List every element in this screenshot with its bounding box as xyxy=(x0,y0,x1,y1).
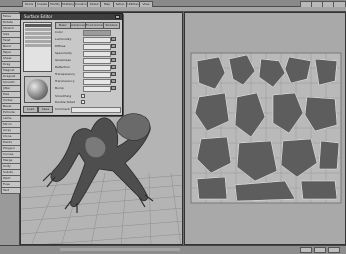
comment-label: Comment xyxy=(55,107,70,111)
tab-advanced[interactable]: Advanced xyxy=(70,22,86,29)
envelope-button[interactable] xyxy=(111,72,116,76)
creature-model[interactable] xyxy=(42,113,154,213)
translucency-field[interactable] xyxy=(83,79,111,85)
diffuse-field[interactable] xyxy=(83,44,111,50)
floor-grid xyxy=(21,172,182,244)
specularity-field[interactable] xyxy=(83,51,111,57)
close-icon[interactable] xyxy=(115,15,120,19)
translucency-label: Translucency xyxy=(55,79,75,83)
transparency-label: Transparency xyxy=(55,72,76,76)
status-text-area xyxy=(60,248,180,251)
double-sided-label: Double Sided xyxy=(55,100,75,104)
list-item[interactable] xyxy=(25,40,51,43)
color-label: Color xyxy=(55,30,63,34)
tool-palette: Move Rotate Stretch Size Twist Bend Tape… xyxy=(0,12,21,245)
tab-environment[interactable]: Environment xyxy=(85,22,104,29)
tab-shaders[interactable]: Shaders xyxy=(103,22,120,29)
bump-field[interactable] xyxy=(83,86,111,92)
list-item[interactable] xyxy=(25,28,51,31)
specularity-label: Specularity xyxy=(55,51,72,55)
load-button[interactable]: Load xyxy=(23,106,38,113)
surface-list[interactable] xyxy=(23,22,52,72)
smoothing-checkbox[interactable] xyxy=(81,94,85,98)
tool-button[interactable]: Text xyxy=(1,187,21,194)
preview-box xyxy=(24,76,51,103)
status-button[interactable] xyxy=(300,247,312,253)
uv-texture-viewport[interactable] xyxy=(184,12,346,245)
diffuse-label: Diffuse xyxy=(55,44,66,48)
list-item[interactable] xyxy=(25,36,51,39)
list-item[interactable] xyxy=(25,24,51,27)
envelope-button[interactable] xyxy=(111,37,116,41)
uv-map xyxy=(185,13,345,244)
menu-bar: Items Create Modify Multiply Construct D… xyxy=(0,0,346,8)
comment-field[interactable] xyxy=(71,107,121,113)
status-button[interactable] xyxy=(314,247,326,253)
envelope-button[interactable] xyxy=(111,79,116,83)
envelope-button[interactable] xyxy=(111,86,116,90)
transparency-field[interactable] xyxy=(83,72,111,78)
reflection-label: Reflection xyxy=(55,65,70,69)
save-button[interactable]: Save xyxy=(38,106,53,113)
surface-editor-panel: Surface Editor Load Save Basic Advanced … xyxy=(20,13,123,116)
luminosity-field[interactable] xyxy=(83,37,111,43)
smoothing-label: Smoothing xyxy=(55,94,72,98)
reflection-field[interactable] xyxy=(83,65,111,71)
glossiness-label: Glossiness xyxy=(55,58,71,62)
envelope-button[interactable] xyxy=(111,44,116,48)
envelope-button[interactable] xyxy=(111,51,116,55)
preview-sphere xyxy=(27,79,48,100)
list-item[interactable] xyxy=(25,44,51,47)
envelope-button[interactable] xyxy=(111,65,116,69)
luminosity-label: Luminosity xyxy=(55,37,72,41)
status-bar xyxy=(0,245,346,254)
envelope-button[interactable] xyxy=(111,58,116,62)
tab-basic[interactable]: Basic xyxy=(55,22,71,29)
surface-editor-title[interactable]: Surface Editor xyxy=(21,14,122,20)
list-item[interactable] xyxy=(25,32,51,35)
double-sided-checkbox[interactable] xyxy=(81,100,85,104)
status-button[interactable] xyxy=(328,247,340,253)
bump-label: Bump xyxy=(55,86,64,90)
color-swatch[interactable] xyxy=(83,30,111,36)
glossiness-field[interactable] xyxy=(83,58,111,64)
